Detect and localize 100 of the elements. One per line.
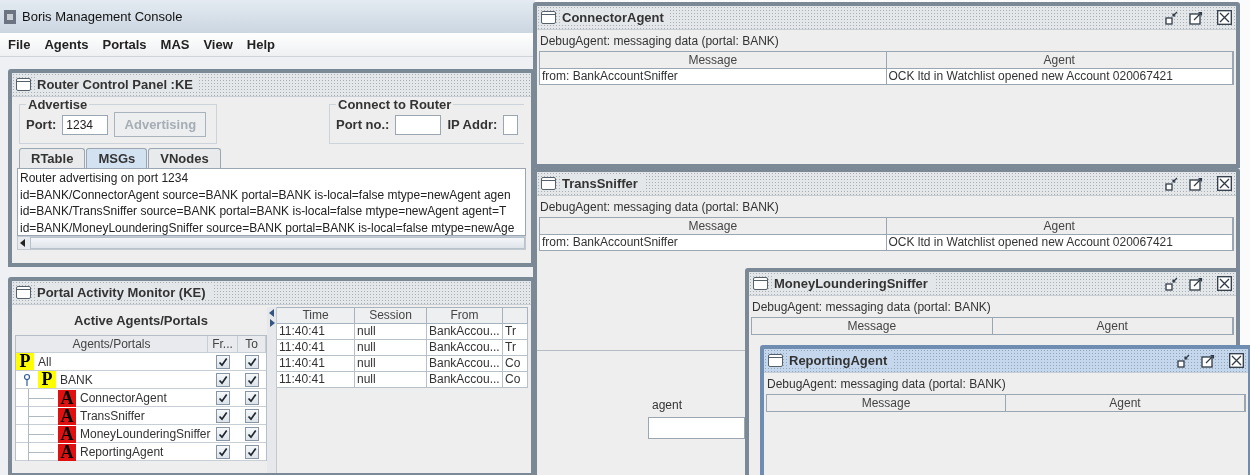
- port-field[interactable]: [395, 114, 442, 135]
- agent-badge: A: [58, 389, 76, 407]
- checkbox[interactable]: [245, 409, 259, 423]
- agent-badge: A: [58, 443, 76, 461]
- window-title: Portal Activity Monitor (KE): [37, 285, 212, 300]
- app-icon: [4, 9, 16, 24]
- window-icon: [16, 286, 31, 299]
- port-field[interactable]: 1234: [62, 114, 109, 135]
- checkbox[interactable]: [245, 391, 259, 405]
- minimize-icon[interactable]: [1177, 353, 1191, 368]
- checkbox[interactable]: [216, 354, 230, 369]
- tree-item[interactable]: BANK: [60, 372, 93, 387]
- window-caption: DebugAgent: messaging data (portal: BANK): [539, 199, 780, 216]
- table-cell: 11:40:41: [277, 372, 355, 388]
- field-label: Port:: [26, 117, 57, 132]
- collapse-left-arrow-icon[interactable]: [268, 309, 275, 317]
- table-cell: BankAccou...: [427, 372, 503, 388]
- column-header[interactable]: Agent: [886, 52, 1233, 68]
- checkbox[interactable]: [216, 391, 230, 405]
- field-label: agent: [652, 398, 683, 412]
- maximize-icon[interactable]: [1189, 176, 1203, 191]
- window-title: ConnectorAgent: [562, 10, 670, 25]
- column-header[interactable]: Message: [540, 52, 887, 68]
- checkbox[interactable]: [245, 354, 259, 369]
- window-title: Router Control Panel :KE: [37, 77, 199, 92]
- window-icon: [753, 277, 768, 290]
- tree-item[interactable]: TransSniffer: [80, 409, 145, 423]
- log-line: id=BANK/MoneyLounderingSniffer source=BANK portal=BANK is-local=false mtype=newAge: [20, 219, 516, 235]
- menu-item[interactable]: MAS: [154, 35, 196, 54]
- scroll-left-arrow-icon[interactable]: [18, 238, 28, 248]
- panel-title: Active Agents/Portals: [73, 312, 209, 330]
- log-line: id=BANK/TransSniffer source=BANK portal=BANK is-local=false mtype=newAgent agent=T: [20, 203, 508, 220]
- column-header[interactable]: Fr...: [208, 336, 238, 352]
- tab[interactable]: RTable: [19, 148, 86, 168]
- field-label: Port no.:: [336, 117, 390, 132]
- tree-item[interactable]: MoneyLounderingSniffer: [80, 427, 211, 441]
- column-header[interactable]: Message: [752, 318, 993, 334]
- tree-item[interactable]: ReportingAgent: [80, 445, 164, 459]
- group-title: Advertise: [27, 97, 89, 112]
- tab[interactable]: VNodes: [148, 148, 221, 168]
- table-cell: from: BankAccountSniffer: [540, 235, 887, 250]
- maximize-icon[interactable]: [1189, 276, 1203, 291]
- window-caption: DebugAgent: messaging data (portal: BANK): [539, 33, 780, 50]
- horizontal-scrollbar[interactable]: [17, 236, 526, 250]
- minimize-icon[interactable]: [1165, 10, 1179, 25]
- log-line: id=BANK/ConnectorAgent source=BANK portal=BANK is-local=false mtype=newAgent agen: [20, 186, 512, 203]
- window-icon: [541, 11, 556, 24]
- maximize-icon[interactable]: [1201, 353, 1215, 368]
- scroll-thumb[interactable]: [30, 237, 525, 249]
- checkbox[interactable]: [216, 372, 230, 387]
- checkbox[interactable]: [245, 427, 259, 441]
- menu-item[interactable]: Agents: [38, 35, 95, 54]
- checkbox[interactable]: [216, 427, 230, 441]
- column-header[interactable]: From: [427, 307, 503, 324]
- column-header[interactable]: To: [238, 336, 266, 352]
- table-cell: from: BankAccountSniffer: [540, 69, 887, 84]
- ip-address-field[interactable]: [503, 114, 518, 135]
- window-title: ReportingAgent: [789, 353, 894, 368]
- column-header[interactable]: Agent: [1006, 395, 1245, 411]
- maximize-icon[interactable]: [1189, 10, 1203, 25]
- checkbox[interactable]: [216, 445, 230, 459]
- menu-item[interactable]: File: [2, 35, 37, 54]
- close-icon[interactable]: [1217, 176, 1232, 191]
- field-label: IP Addr:: [447, 117, 498, 132]
- table-cell: Co: [503, 372, 528, 388]
- tree-item[interactable]: ConnectorAgent: [80, 391, 167, 405]
- tab[interactable]: MSGs: [86, 148, 148, 168]
- column-header[interactable]: Message: [767, 395, 1006, 411]
- log-line: Router advertising on port 1234: [20, 170, 190, 187]
- menu-item[interactable]: Help: [240, 35, 281, 54]
- portal-badge: P: [38, 371, 56, 388]
- window-icon: [16, 78, 31, 91]
- checkbox[interactable]: [245, 372, 259, 387]
- tree-item[interactable]: All: [38, 354, 52, 369]
- collapse-right-arrow-icon[interactable]: [268, 319, 275, 327]
- close-icon[interactable]: [1217, 10, 1232, 25]
- agent-badge: A: [58, 407, 76, 425]
- column-header[interactable]: Message: [540, 218, 887, 234]
- column-header[interactable]: Agent: [886, 218, 1233, 234]
- agent-field[interactable]: [648, 417, 745, 439]
- window-title: MoneyLounderingSniffer: [774, 276, 934, 291]
- group-title: Connect to Router: [337, 97, 453, 112]
- column-header[interactable]: Time: [277, 307, 355, 324]
- minimize-icon[interactable]: [1165, 276, 1179, 291]
- checkbox[interactable]: [216, 409, 230, 423]
- table-cell: null: [355, 372, 427, 388]
- agent-badge: A: [58, 425, 76, 443]
- close-icon[interactable]: [1217, 276, 1232, 291]
- checkbox[interactable]: [245, 445, 259, 459]
- window-icon: [768, 354, 783, 367]
- window-caption: DebugAgent: messaging data (portal: BANK): [751, 299, 992, 316]
- app-title: Boris Management Console: [22, 9, 183, 24]
- close-icon[interactable]: [1229, 353, 1244, 368]
- table-cell: OCK ltd in Watchlist opened new Account 020067421: [886, 235, 1233, 250]
- menu-item[interactable]: View: [197, 35, 239, 54]
- column-header[interactable]: Agents/Portals: [16, 336, 208, 352]
- menu-item[interactable]: Portals: [96, 35, 153, 54]
- window-caption: DebugAgent: messaging data (portal: BANK): [766, 376, 1007, 393]
- column-header[interactable]: Agent: [992, 318, 1233, 334]
- minimize-icon[interactable]: [1165, 176, 1179, 191]
